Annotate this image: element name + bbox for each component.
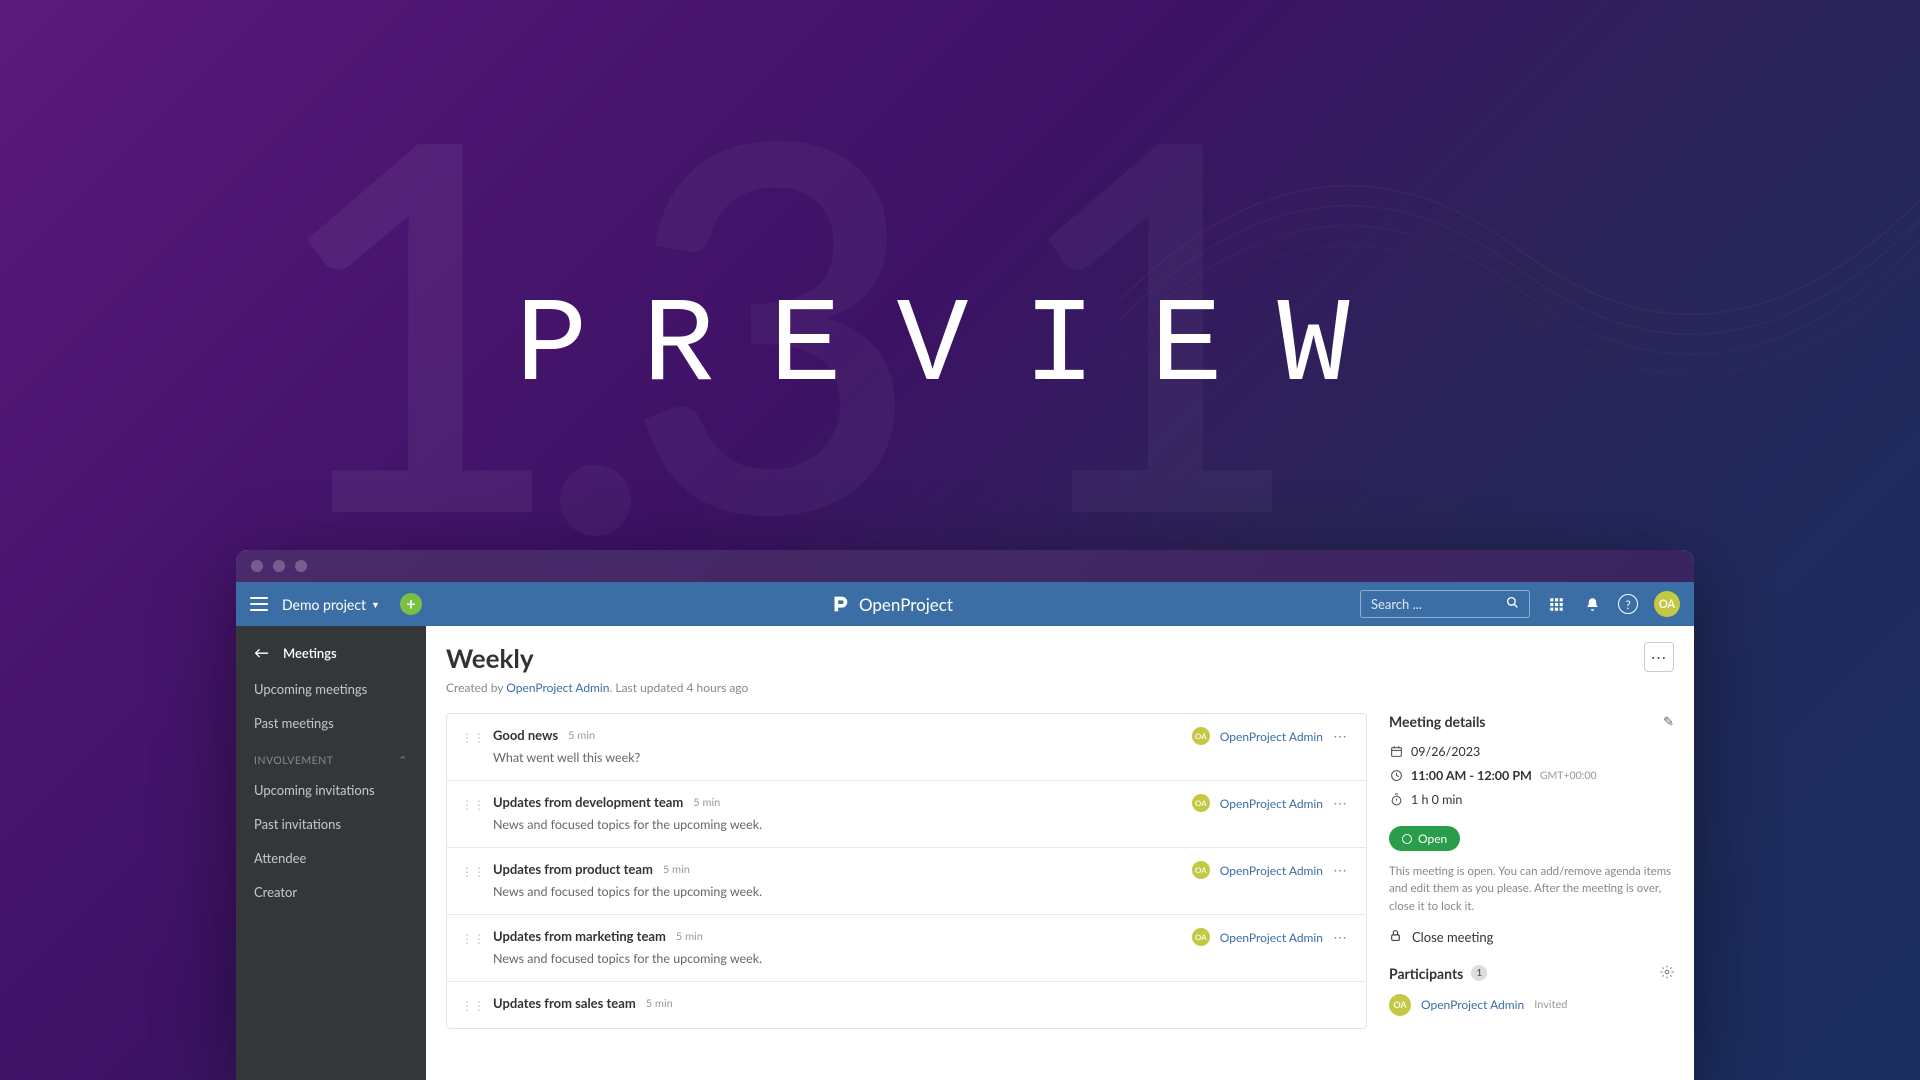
agenda-title: Updates from development team: [493, 794, 683, 810]
close-meeting-button[interactable]: Close meeting: [1389, 929, 1674, 945]
topbar: Demo project ▼ + OpenProject Search ...: [236, 582, 1694, 626]
item-more-icon[interactable]: ⋯: [1333, 861, 1348, 879]
openproject-logo-icon: [829, 593, 851, 615]
meeting-time: 11:00 AM - 12:00 PM: [1411, 768, 1532, 783]
sidebar-item-past-meetings[interactable]: Past meetings: [236, 706, 426, 740]
drag-handle-icon[interactable]: ⋮⋮: [461, 797, 485, 812]
item-more-icon[interactable]: ⋯: [1333, 928, 1348, 946]
agenda-list: ⋮⋮ Good news 5 min What went well this w…: [446, 713, 1367, 1029]
traffic-light-min[interactable]: [273, 560, 285, 572]
item-more-icon[interactable]: ⋯: [1333, 727, 1348, 745]
participants-heading: Participants 1: [1389, 965, 1487, 982]
sidebar-item-upcoming-invitations[interactable]: Upcoming invitations: [236, 773, 426, 807]
calendar-icon: [1389, 745, 1403, 758]
agenda-title: Updates from sales team: [493, 995, 636, 1011]
stopwatch-icon: [1389, 793, 1403, 806]
agenda-description: News and focused topics for the upcoming…: [493, 951, 1192, 966]
brand-name: OpenProject: [859, 594, 953, 615]
sidebar-item-creator[interactable]: Creator: [236, 875, 426, 909]
agenda-duration: 5 min: [568, 729, 595, 742]
status-badge: Open: [1389, 826, 1460, 851]
created-by-link[interactable]: OpenProject Admin: [506, 680, 609, 695]
browser-window: Demo project ▼ + OpenProject Search ...: [236, 550, 1694, 1080]
main-content: Weekly ⋯ Created by OpenProject Admin. L…: [426, 626, 1694, 1080]
author-avatar: OA: [1192, 928, 1210, 946]
agenda-duration: 5 min: [646, 997, 673, 1010]
participants-count: 1: [1471, 965, 1487, 981]
search-icon: [1506, 596, 1519, 612]
author-avatar: OA: [1192, 861, 1210, 879]
sidebar-item-past-invitations[interactable]: Past invitations: [236, 807, 426, 841]
drag-handle-icon[interactable]: ⋮⋮: [461, 998, 485, 1013]
meeting-duration: 1 h 0 min: [1411, 792, 1462, 807]
drag-handle-icon[interactable]: ⋮⋮: [461, 931, 485, 946]
drag-handle-icon[interactable]: ⋮⋮: [461, 864, 485, 879]
section-label: INVOLVEMENT: [254, 755, 333, 767]
agenda-title: Updates from marketing team: [493, 928, 666, 944]
lock-icon: [1389, 929, 1402, 945]
author-link[interactable]: OpenProject Admin: [1220, 863, 1323, 878]
search-placeholder: Search ...: [1371, 596, 1506, 612]
participant-status: Invited: [1534, 998, 1567, 1011]
agenda-item[interactable]: ⋮⋮ Updates from development team 5 min N…: [447, 781, 1366, 848]
agenda-description: News and focused topics for the upcoming…: [493, 817, 1192, 832]
participant-name[interactable]: OpenProject Admin: [1421, 997, 1524, 1012]
menu-icon[interactable]: [250, 597, 268, 611]
agenda-duration: 5 min: [676, 930, 703, 943]
caret-down-icon: ▼: [371, 599, 380, 610]
status-info: This meeting is open. You can add/remove…: [1389, 863, 1674, 915]
user-avatar[interactable]: OA: [1654, 591, 1680, 617]
traffic-light-close[interactable]: [251, 560, 263, 572]
sidebar-section-involvement[interactable]: INVOLVEMENT ⌃: [236, 740, 426, 773]
sidebar-title: Meetings: [283, 645, 337, 661]
item-more-icon[interactable]: ⋯: [1333, 794, 1348, 812]
agenda-item[interactable]: ⋮⋮ Updates from sales team 5 min: [447, 982, 1366, 1028]
page-more-button[interactable]: ⋯: [1644, 642, 1674, 672]
timezone: GMT+00:00: [1540, 770, 1597, 782]
drag-handle-icon[interactable]: ⋮⋮: [461, 730, 485, 745]
author-link[interactable]: OpenProject Admin: [1220, 796, 1323, 811]
agenda-duration: 5 min: [693, 796, 720, 809]
agenda-item[interactable]: ⋮⋮ Good news 5 min What went well this w…: [447, 714, 1366, 781]
author-avatar: OA: [1192, 727, 1210, 745]
agenda-item[interactable]: ⋮⋮ Updates from product team 5 min News …: [447, 848, 1366, 915]
author-link[interactable]: OpenProject Admin: [1220, 930, 1323, 945]
author-link[interactable]: OpenProject Admin: [1220, 729, 1323, 744]
agenda-duration: 5 min: [663, 863, 690, 876]
bg-version-digit-1: 1: [270, 60, 546, 570]
sidebar-header[interactable]: ← Meetings: [236, 634, 426, 672]
author-avatar: OA: [1192, 794, 1210, 812]
clock-icon: [1389, 769, 1403, 782]
project-selector[interactable]: Demo project ▼: [282, 596, 380, 613]
details-heading: Meeting details: [1389, 713, 1485, 730]
agenda-item[interactable]: ⋮⋮ Updates from marketing team 5 min New…: [447, 915, 1366, 982]
agenda-title: Updates from product team: [493, 861, 653, 877]
agenda-title: Good news: [493, 727, 558, 743]
participant-avatar: OA: [1389, 994, 1411, 1016]
agenda-description: What went well this week?: [493, 750, 1192, 765]
decorative-waves: [1120, 0, 1920, 500]
project-name: Demo project: [282, 596, 366, 613]
sidebar-item-upcoming-meetings[interactable]: Upcoming meetings: [236, 672, 426, 706]
page-meta: Created by OpenProject Admin. Last updat…: [446, 680, 1674, 695]
add-button[interactable]: +: [400, 593, 422, 615]
back-arrow-icon: ←: [254, 644, 269, 662]
traffic-light-max[interactable]: [295, 560, 307, 572]
page-title: Weekly: [446, 642, 534, 674]
help-icon[interactable]: ?: [1618, 594, 1638, 614]
search-input[interactable]: Search ...: [1360, 590, 1530, 618]
agenda-description: News and focused topics for the upcoming…: [493, 884, 1192, 899]
meeting-details: Meeting details ✎ 09/26/2023 11:00 AM: [1389, 713, 1674, 1029]
gear-icon[interactable]: [1660, 965, 1674, 982]
participant-row[interactable]: OA OpenProject Admin Invited: [1389, 994, 1674, 1016]
sidebar-item-attendee[interactable]: Attendee: [236, 841, 426, 875]
edit-icon[interactable]: ✎: [1663, 713, 1674, 730]
notifications-icon[interactable]: [1582, 594, 1602, 614]
chevron-up-icon: ⌃: [398, 754, 408, 767]
modules-icon[interactable]: [1546, 594, 1566, 614]
sidebar: ← Meetings Upcoming meetings Past meetin…: [236, 626, 426, 1080]
meeting-date: 09/26/2023: [1411, 744, 1480, 759]
browser-chrome: [236, 550, 1694, 582]
